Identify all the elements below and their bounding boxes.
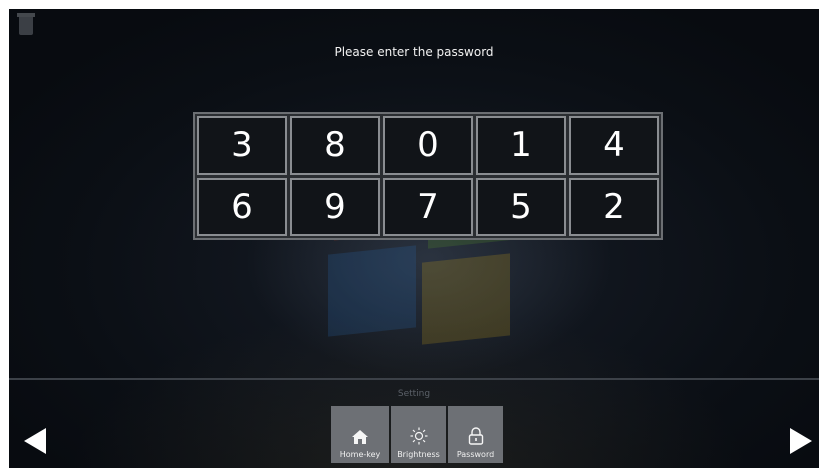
keypad-key[interactable]: 5 xyxy=(476,177,566,236)
keypad-key[interactable]: 0 xyxy=(383,116,473,175)
toolbar-divider xyxy=(9,378,819,380)
desktop-recycle-bin-icon xyxy=(17,13,35,35)
left-arrow-icon[interactable] xyxy=(22,426,48,456)
password-button[interactable]: Password xyxy=(448,406,503,463)
password-prompt: Please enter the password xyxy=(334,45,494,59)
brightness-button[interactable]: Brightness xyxy=(391,406,446,463)
keypad-key[interactable]: 8 xyxy=(290,116,380,175)
home-key-button[interactable]: Home-key xyxy=(331,406,389,463)
brightness-icon xyxy=(410,427,427,445)
lock-screen: Please enter the password 3 8 0 1 4 6 9 … xyxy=(9,9,819,468)
keypad-key[interactable]: 2 xyxy=(569,177,659,236)
keypad-key[interactable]: 7 xyxy=(383,177,473,236)
keypad-key[interactable]: 9 xyxy=(290,177,380,236)
settings-toolbar: Home-key Brightness Password xyxy=(331,406,503,463)
brightness-label: Brightness xyxy=(397,450,440,459)
number-keypad: 3 8 0 1 4 6 9 7 5 2 xyxy=(193,112,663,240)
keypad-key[interactable]: 3 xyxy=(197,116,287,175)
home-key-label: Home-key xyxy=(339,450,381,459)
lock-icon xyxy=(468,427,483,445)
right-arrow-icon[interactable] xyxy=(788,426,814,456)
setting-section-label: Setting xyxy=(397,389,431,399)
keypad-key[interactable]: 4 xyxy=(569,116,659,175)
home-icon xyxy=(352,430,368,444)
keypad-key[interactable]: 6 xyxy=(197,177,287,236)
keypad-key[interactable]: 1 xyxy=(476,116,566,175)
password-label: Password xyxy=(456,450,495,459)
